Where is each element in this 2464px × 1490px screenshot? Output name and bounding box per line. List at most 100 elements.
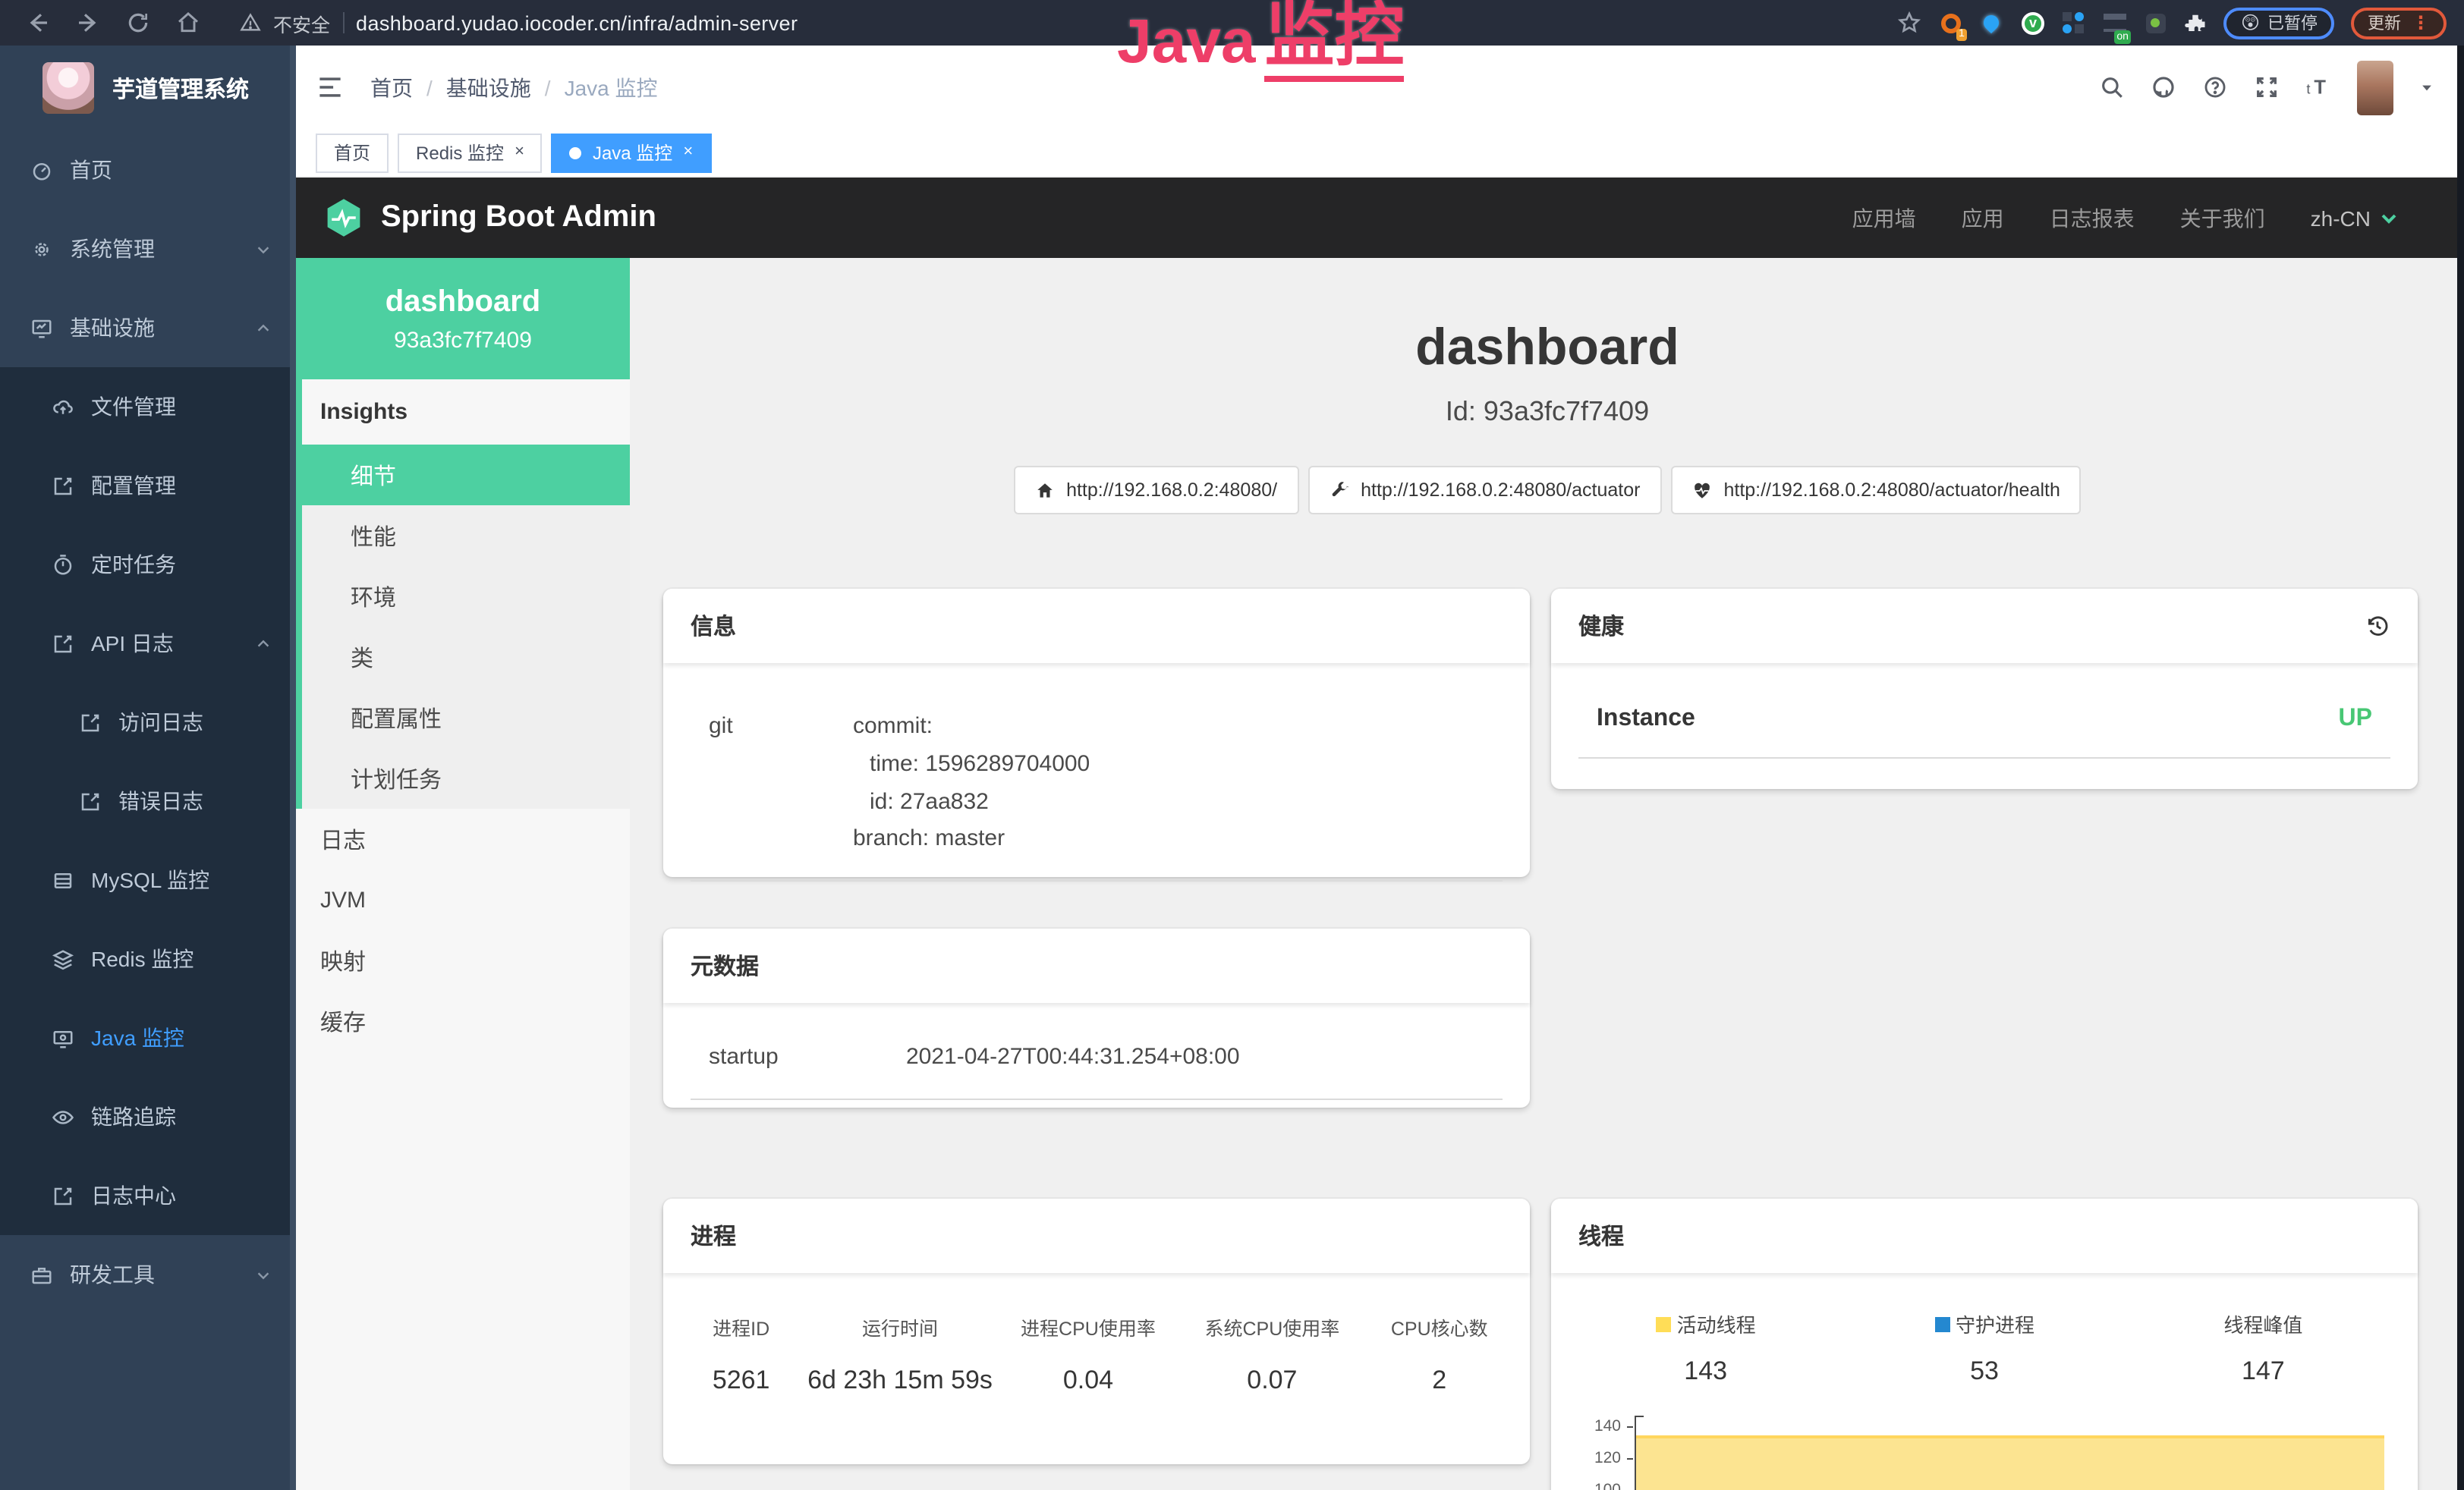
info-card: 信息 git commit: time: 1596289704000 id: 2… xyxy=(663,589,1530,877)
sidebar-item-log-center[interactable]: 日志中心 xyxy=(0,1156,296,1235)
metadata-card-body: startup 2021-04-27T00:44:31.254+08:00 xyxy=(663,1003,1530,1100)
sidebar-item-error-log[interactable]: 错误日志 xyxy=(0,762,296,841)
sidebar-scrollbar[interactable] xyxy=(290,46,296,1490)
address-bar[interactable]: 不安全 dashboard.yudao.iocoder.cn/infra/adm… xyxy=(240,8,798,37)
sba-item-scheduled-tasks[interactable]: 计划任务 xyxy=(302,748,630,809)
sba-nav-wallboard[interactable]: 应用墙 xyxy=(1852,203,1916,233)
paused-badge[interactable]: 😲 已暂停 xyxy=(2224,7,2334,39)
extension-list-icon[interactable]: on xyxy=(2103,11,2127,35)
sba-item-details[interactable]: 细节 xyxy=(302,445,630,505)
update-label: 更新 xyxy=(2368,11,2401,35)
sidebar-item-label: 系统管理 xyxy=(70,234,255,264)
sba-item-metrics[interactable]: 性能 xyxy=(302,505,630,566)
sidebar-item-label: 首页 xyxy=(70,155,272,185)
git-commit-line: commit: xyxy=(853,709,1484,747)
close-icon[interactable]: × xyxy=(515,144,524,161)
kebab-menu-icon[interactable]: ⋮ xyxy=(2412,12,2430,33)
main-area: 首页 / 基础设施 / Java 监控 tT 首页 Redis 监控 xyxy=(296,46,2464,1490)
process-col-syscpu: 系统CPU使用率 0.07 xyxy=(1180,1312,1364,1396)
process-col-value: 2 xyxy=(1364,1366,1515,1396)
health-card-body: Instance UP xyxy=(1551,663,2418,759)
bookmark-star-icon[interactable] xyxy=(1898,11,1922,35)
sba-nav-journal[interactable]: 日志报表 xyxy=(2050,203,2135,233)
tabbar: 首页 Redis 监控 × Java 监控 × xyxy=(296,129,2464,178)
sba-brand[interactable]: Spring Boot Admin xyxy=(381,200,656,235)
tab-home[interactable]: 首页 xyxy=(316,133,389,172)
window-right-edge xyxy=(2457,46,2464,1490)
url-text[interactable]: dashboard.yudao.iocoder.cn/infra/admin-s… xyxy=(356,11,798,34)
avatar[interactable] xyxy=(2357,60,2393,115)
help-icon[interactable] xyxy=(2202,74,2228,100)
sidebar-item-dev-tools[interactable]: 研发工具 xyxy=(0,1235,296,1314)
sba-nav-about[interactable]: 关于我们 xyxy=(2180,203,2265,233)
sidebar-item-home[interactable]: 首页 xyxy=(0,130,296,209)
sidebar-item-file[interactable]: 文件管理 xyxy=(0,367,296,446)
locale-selector[interactable]: zh-CN xyxy=(2311,206,2398,230)
breadcrumb-home[interactable]: 首页 xyxy=(370,72,413,102)
forward-icon[interactable] xyxy=(76,11,100,35)
svg-text:t: t xyxy=(2306,81,2310,97)
sidebar-item-label: 访问日志 xyxy=(118,707,272,737)
hamburger-icon[interactable] xyxy=(317,76,343,99)
breadcrumb-infra[interactable]: 基础设施 xyxy=(446,72,531,102)
y-tick-mark xyxy=(1627,1426,1633,1428)
github-icon[interactable] xyxy=(2151,74,2176,100)
back-icon[interactable] xyxy=(26,11,50,35)
info-key: git xyxy=(709,709,853,859)
sidebar-item-config[interactable]: 配置管理 xyxy=(0,446,296,525)
process-col-pid: 进程ID 5261 xyxy=(678,1312,804,1396)
git-time-line: time: 1596289704000 xyxy=(853,747,1484,784)
font-size-icon[interactable]: tT xyxy=(2305,74,2331,100)
metadata-row: startup 2021-04-27T00:44:31.254+08:00 xyxy=(691,1039,1503,1100)
y-tick-label: 140 xyxy=(1572,1417,1621,1435)
sba-item-configprops[interactable]: 配置属性 xyxy=(302,687,630,748)
tab-java[interactable]: Java 监控 × xyxy=(552,133,711,172)
info-card-header: 信息 xyxy=(663,589,1530,663)
sidebar-item-mysql[interactable]: MySQL 监控 xyxy=(0,841,296,919)
sidebar-item-redis[interactable]: Redis 监控 xyxy=(0,919,296,998)
extension-orange-icon[interactable]: 1 xyxy=(1939,11,1963,35)
sidebar-item-label: Java 监控 xyxy=(91,1023,272,1053)
sba-item-classes[interactable]: 类 xyxy=(302,627,630,687)
chevron-down-icon[interactable] xyxy=(2419,80,2434,95)
sba-item-caches[interactable]: 缓存 xyxy=(296,991,630,1051)
tab-redis[interactable]: Redis 监控 × xyxy=(398,133,543,172)
sidebar-item-system[interactable]: 系统管理 xyxy=(0,209,296,288)
info-row: git commit: time: 1596289704000 id: 27aa… xyxy=(691,709,1503,882)
sba-item-mappings[interactable]: 映射 xyxy=(296,930,630,991)
sidebar-item-trace[interactable]: 链路追踪 xyxy=(0,1077,296,1156)
extension-green-check-icon[interactable]: v xyxy=(2021,11,2045,35)
edit-icon xyxy=(52,1184,74,1207)
threads-card-body: 活动线程 143 守护进程 53 线程峰值 147 xyxy=(1551,1273,2418,1490)
update-button[interactable]: 更新 ⋮ xyxy=(2351,7,2447,39)
extension-magnifier-icon[interactable] xyxy=(2144,11,2168,35)
sidebar-item-access-log[interactable]: 访问日志 xyxy=(0,683,296,762)
sidebar-item-infra[interactable]: 基础设施 xyxy=(0,288,296,367)
sidebar-item-job[interactable]: 定时任务 xyxy=(0,525,296,604)
legend-value: 147 xyxy=(2124,1356,2403,1387)
security-label[interactable]: 不安全 xyxy=(273,8,330,37)
extensions-puzzle-icon[interactable] xyxy=(2185,11,2208,34)
close-icon[interactable]: × xyxy=(683,144,693,161)
extension-grid-icon[interactable] xyxy=(2062,11,2086,35)
extension-pin-icon[interactable] xyxy=(1980,11,2004,35)
app-logo-row[interactable]: 芋道管理系统 xyxy=(0,46,296,130)
sba-nav-applications[interactable]: 应用 xyxy=(1962,203,2004,233)
history-icon[interactable] xyxy=(2365,613,2390,639)
metadata-value: 2021-04-27T00:44:31.254+08:00 xyxy=(906,1039,1484,1077)
fullscreen-icon[interactable] xyxy=(2254,74,2280,100)
legend-value: 53 xyxy=(1845,1356,2123,1387)
instance-header[interactable]: dashboard 93a3fc7f7409 xyxy=(296,258,630,379)
sidebar-item-api-log[interactable]: API 日志 xyxy=(0,604,296,683)
sba-item-environment[interactable]: 环境 xyxy=(302,566,630,627)
app-title: 芋道管理系统 xyxy=(112,72,249,104)
sba-item-jvm[interactable]: JVM xyxy=(296,869,630,930)
card-title: 进程 xyxy=(691,1220,736,1252)
sba-item-logs[interactable]: 日志 xyxy=(296,809,630,869)
sidebar-item-java[interactable]: Java 监控 xyxy=(0,998,296,1077)
home-nav-icon[interactable] xyxy=(176,11,200,35)
reload-icon[interactable] xyxy=(126,11,150,35)
sidebar-item-label: 定时任务 xyxy=(91,549,272,580)
sba-content: dashboard Id: 93a3fc7f7409 http://192.16… xyxy=(630,258,2464,1490)
search-icon[interactable] xyxy=(2099,74,2125,100)
